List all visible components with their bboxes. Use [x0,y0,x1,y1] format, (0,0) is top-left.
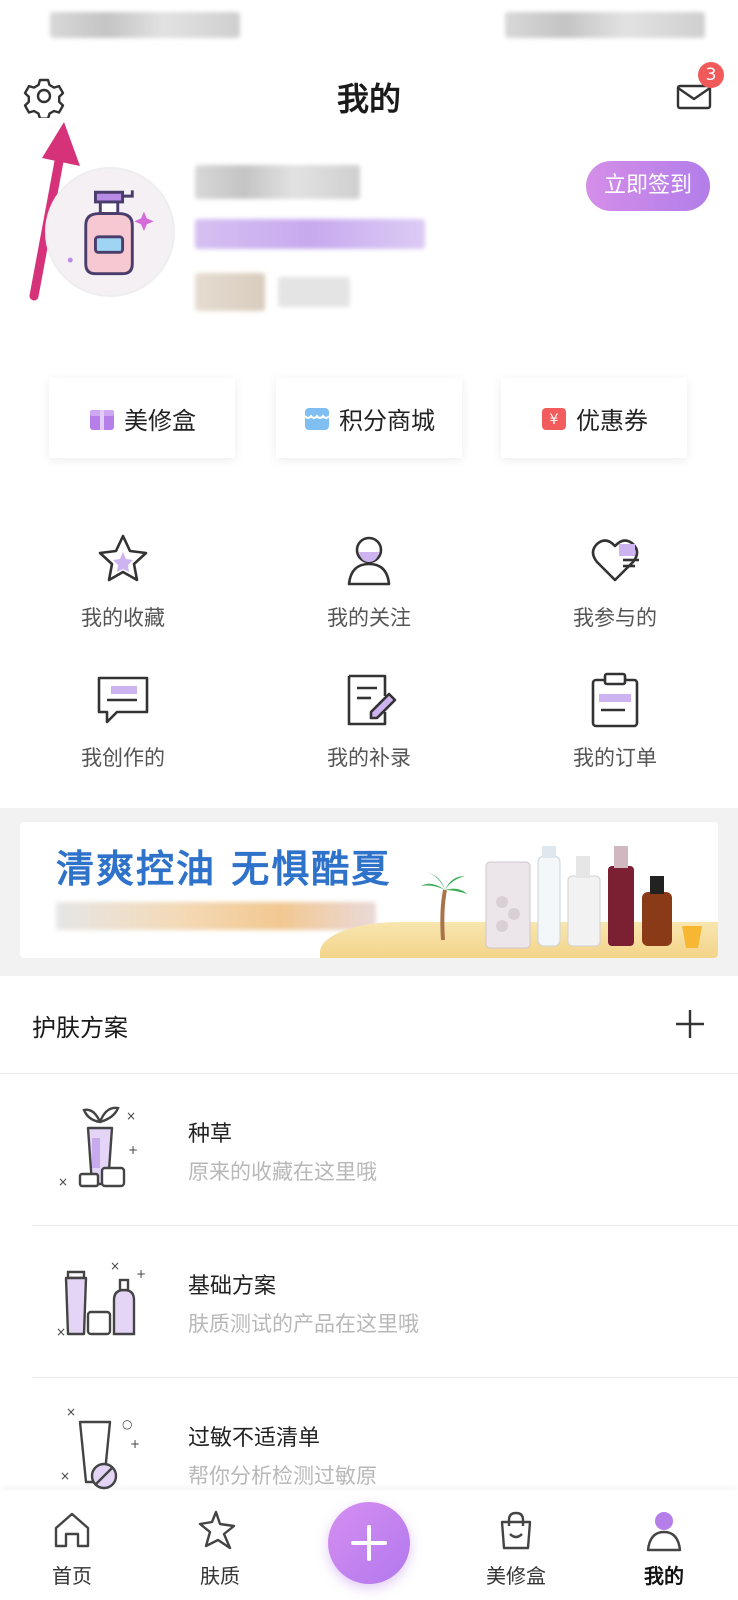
avatar[interactable] [45,167,175,297]
star-icon [98,534,148,582]
grid-item-label: 我的订单 [573,746,657,770]
plan-title: 基础方案 [188,1274,277,1299]
chat-icon [97,676,149,724]
lotion-bottle-icon [67,190,154,276]
palm-tree-icon [421,872,467,941]
feature-grid: 我的收藏 我的关注 我参与的 我创作的 我的补录 我的订单 [0,520,738,790]
tab-beauty-box[interactable]: 美修盒 [466,1508,566,1589]
quick-link-points-store[interactable]: 积分商城 [276,378,462,458]
banner-subtitle-blurred [56,902,376,930]
status-bar [0,0,738,50]
svg-text:○: ○ [122,1417,132,1431]
product-bottles-image [485,846,702,949]
plan-title: 过敏不适清单 [188,1426,321,1451]
plan-description: 肤质测试的产品在这里哦 [188,1312,419,1336]
coupon-icon: ¥ [542,408,566,430]
quick-links: 美修盒 积分商城 ¥ 优惠券 [0,378,738,458]
grid-item-participated[interactable]: 我参与的 [492,520,738,640]
skin-tag-blurred [195,273,265,311]
svg-text:×: × [66,1405,76,1419]
svg-text:×: × [56,1325,66,1339]
tab-home[interactable]: 首页 [22,1508,122,1589]
tab-label: 肤质 [200,1564,240,1588]
plan-item-basic[interactable]: × × + 基础方案 肤质测试的产品在这里哦 [32,1226,738,1378]
plus-icon[interactable] [672,1006,708,1042]
quick-link-coupons[interactable]: ¥ 优惠券 [501,378,687,458]
grid-item-label: 我创作的 [81,746,165,770]
add-post-button[interactable] [328,1502,410,1584]
grid-item-label: 我的收藏 [81,606,165,630]
notification-badge: 3 [698,62,724,88]
allergy-icon: × ○ + × [60,1405,140,1490]
tab-mine[interactable]: 我的 [614,1508,714,1589]
gift-box-icon [90,410,114,430]
grid-item-label: 我的关注 [327,606,411,630]
home-icon [54,1512,90,1548]
level-tag-blurred [278,277,350,307]
banner-area: 清爽控油 无惧酷夏 [0,808,738,976]
status-bar-right-blurred [505,12,705,38]
grid-item-following[interactable]: 我的关注 [246,520,492,640]
edit-doc-icon [347,674,397,726]
grid-item-favorites[interactable]: 我的收藏 [0,520,246,640]
svg-text:+: + [136,1267,146,1281]
svg-text:×: × [58,1175,68,1189]
plan-title: 种草 [188,1122,233,1147]
grid-item-label: 我的补录 [327,746,411,770]
heart-icon [591,539,639,582]
user-info-blurred [195,219,425,249]
grid-item-supplement[interactable]: 我的补录 [246,660,492,780]
clipboard-icon [591,672,639,728]
quick-link-beauty-box[interactable]: 美修盒 [49,378,235,458]
status-bar-left-blurred [50,12,240,38]
skincare-section-header: 护肤方案 [0,976,738,1074]
plan-item-wishlist[interactable]: × + × 种草 原来的收藏在这里哦 [32,1074,738,1226]
tab-label: 美修盒 [486,1564,546,1588]
svg-text:×: × [110,1259,120,1273]
tab-label: 我的 [644,1564,684,1588]
section-title: 护肤方案 [32,1014,128,1042]
banner-title: 清爽控油 无惧酷夏 [56,847,392,891]
header: 我的 3 [0,60,738,130]
svg-text:¥: ¥ [550,412,559,428]
user-icon [646,1512,682,1552]
svg-text:+: + [128,1143,138,1157]
quick-link-label: 美修盒 [124,406,196,435]
skincare-set-icon: × × + [56,1259,146,1339]
plan-description: 原来的收藏在这里哦 [188,1160,377,1184]
sparkle-icon [198,1510,236,1550]
svg-text:×: × [126,1109,136,1123]
grid-item-created[interactable]: 我创作的 [0,660,246,780]
plant-bottle-icon: × + × [58,1106,138,1189]
promo-banner[interactable]: 清爽控油 无惧酷夏 [20,822,718,958]
svg-text:+: + [130,1437,140,1451]
tab-label: 首页 [52,1564,92,1588]
username-blurred [195,165,360,199]
store-icon [304,408,330,430]
quick-link-label: 优惠券 [576,406,648,435]
tab-skin[interactable]: 肤质 [170,1508,270,1589]
grid-item-label: 我参与的 [573,606,657,630]
shopping-bag-icon [500,1511,532,1550]
person-icon [347,536,391,586]
page-title: 我的 [336,80,401,118]
grid-item-orders[interactable]: 我的订单 [492,660,738,780]
plan-description: 帮你分析检测过敏原 [188,1464,377,1488]
checkin-button[interactable]: 立即签到 [586,161,710,211]
quick-link-label: 积分商城 [339,406,435,435]
profile-section: 立即签到 [0,155,738,330]
svg-text:×: × [60,1469,70,1483]
